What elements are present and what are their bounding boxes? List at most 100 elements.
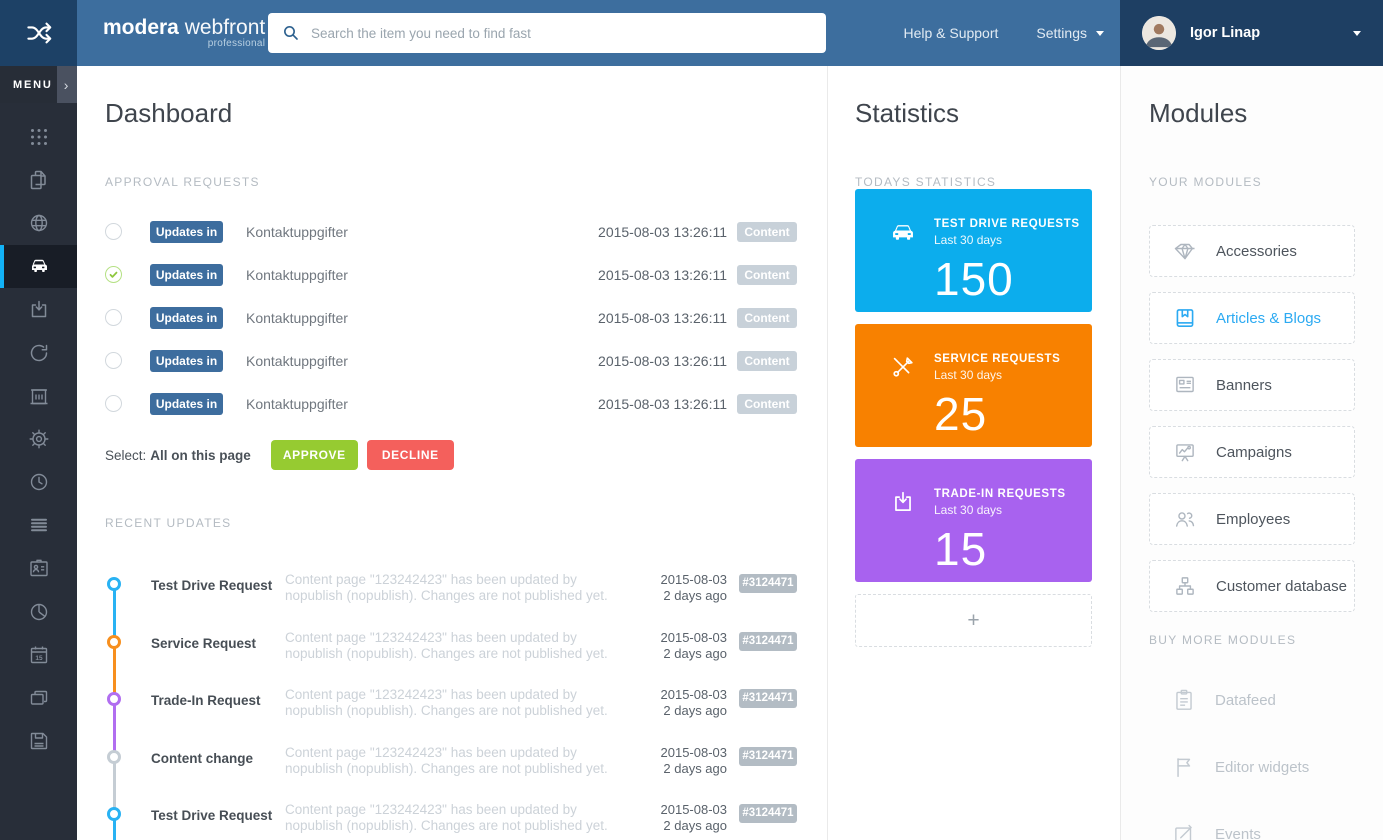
- timeline-rail: [107, 676, 121, 734]
- stat-card-text: TRADE-IN REQUESTS Last 30 days: [934, 488, 1092, 517]
- car-icon: [890, 219, 916, 245]
- sidebar-item-settings[interactable]: [0, 417, 77, 460]
- recent-title: Test Drive Request: [151, 791, 285, 840]
- module-campaigns[interactable]: Campaigns: [1149, 426, 1355, 478]
- module-banners[interactable]: Banners: [1149, 359, 1355, 411]
- search-input[interactable]: [311, 26, 812, 41]
- statistics-column: Statistics TODAYS STATISTICS TEST DRIVE …: [827, 66, 1120, 840]
- shuffle-icon: [24, 18, 54, 48]
- approval-radio[interactable]: [105, 309, 122, 326]
- sidebar-item-contacts[interactable]: [0, 547, 77, 590]
- module-employees[interactable]: Employees: [1149, 493, 1355, 545]
- sidebar-item-apps[interactable]: [0, 115, 77, 158]
- recent-update-item[interactable]: Test Drive Request Content page "1232424…: [105, 561, 797, 619]
- module-accessories[interactable]: Accessories: [1149, 225, 1355, 277]
- sidebar-item-dealership[interactable]: [0, 374, 77, 417]
- approval-radio[interactable]: [105, 223, 122, 240]
- add-statistic-card[interactable]: +: [855, 594, 1092, 647]
- caret-down-icon: [1353, 31, 1361, 36]
- sidebar-item-calendar[interactable]: 15: [0, 633, 77, 676]
- approval-actions: Select:All on this page APPROVE DECLINE: [105, 440, 797, 470]
- sidebar: MENU ›: [0, 66, 77, 840]
- reference-badge: #3124471: [739, 632, 797, 651]
- reference-badge: #3124471: [739, 574, 797, 593]
- calendar-icon: 15: [27, 643, 51, 667]
- stat-card-service[interactable]: SERVICE REQUESTS Last 30 days 25: [855, 324, 1092, 447]
- your-modules-list: Accessories Articles & Blogs: [1149, 225, 1355, 612]
- sidebar-item-save[interactable]: [0, 720, 77, 763]
- select-all-link[interactable]: All on this page: [150, 448, 251, 463]
- stat-card-sub: Last 30 days: [934, 368, 1092, 382]
- approve-button[interactable]: APPROVE: [271, 440, 358, 470]
- brand-logo: modera webfront professional: [103, 17, 265, 49]
- approval-radio[interactable]: [105, 266, 122, 283]
- sidebar-item-history[interactable]: [0, 461, 77, 504]
- approval-item-name[interactable]: Kontaktuppgifter: [246, 353, 348, 369]
- id-card-icon: [27, 556, 51, 580]
- clipboard-icon: [1171, 687, 1197, 713]
- sidebar-item-inbox[interactable]: [0, 288, 77, 331]
- approval-item-name[interactable]: Kontaktuppgifter: [246, 396, 348, 412]
- module-editor-widgets[interactable]: Editor widgets: [1149, 741, 1355, 793]
- list-icon: [27, 513, 51, 537]
- globe-icon: [27, 211, 51, 235]
- recent-date: 2015-08-032 days ago: [647, 734, 727, 792]
- stat-card-sub: Last 30 days: [934, 503, 1092, 517]
- recent-date: 2015-08-032 days ago: [647, 561, 727, 619]
- approval-radio[interactable]: [105, 352, 122, 369]
- buy-more-modules-header: BUY MORE MODULES: [1149, 633, 1355, 647]
- todays-statistics-header: TODAYS STATISTICS: [855, 175, 1092, 189]
- updates-in-badge[interactable]: Updates in: [150, 264, 223, 286]
- gear-icon: [27, 427, 51, 451]
- sidebar-item-windows[interactable]: [0, 676, 77, 719]
- timeline-dot: [107, 750, 121, 764]
- module-customer-database[interactable]: Customer database: [1149, 560, 1355, 612]
- recent-updates-list: Test Drive Request Content page "1232424…: [105, 561, 797, 840]
- stat-card-label: TRADE-IN REQUESTS: [934, 488, 1092, 500]
- sidebar-item-reports[interactable]: [0, 590, 77, 633]
- user-menu[interactable]: Igor Linap: [1120, 0, 1383, 66]
- approval-radio[interactable]: [105, 395, 122, 412]
- stat-card-value: 150: [934, 256, 1092, 302]
- settings-menu[interactable]: Settings: [1036, 25, 1104, 41]
- collapse-menu-button[interactable]: [0, 0, 77, 66]
- sidebar-item-lists[interactable]: [0, 504, 77, 547]
- sidebar-item-pages[interactable]: [0, 158, 77, 201]
- recent-update-item[interactable]: Content change Content page "123242423" …: [105, 734, 797, 792]
- sidebar-item-refresh[interactable]: [0, 331, 77, 374]
- service-tools-icon: [890, 354, 916, 380]
- modules-column: Modules YOUR MODULES Accessories: [1120, 66, 1383, 840]
- timeline-rail: [107, 561, 121, 619]
- updates-in-badge[interactable]: Updates in: [150, 393, 223, 415]
- sidebar-item-web[interactable]: [0, 201, 77, 244]
- recent-update-item[interactable]: Test Drive Request Content page "1232424…: [105, 791, 797, 840]
- updates-in-badge[interactable]: Updates in: [150, 350, 223, 372]
- approval-item-name[interactable]: Kontaktuppgifter: [246, 267, 348, 283]
- module-articles-blogs[interactable]: Articles & Blogs: [1149, 292, 1355, 344]
- page-title: Dashboard: [105, 98, 797, 129]
- menu-toggle[interactable]: MENU ›: [0, 66, 77, 103]
- approval-item-name[interactable]: Kontaktuppgifter: [246, 224, 348, 240]
- approval-requests-header: APPROVAL REQUESTS: [105, 175, 797, 189]
- decline-button[interactable]: DECLINE: [367, 440, 454, 470]
- updates-in-badge[interactable]: Updates in: [150, 221, 223, 243]
- search-bar[interactable]: [268, 13, 826, 53]
- recent-update-item[interactable]: Trade-In Request Content page "123242423…: [105, 676, 797, 734]
- brand-bold: modera: [103, 16, 179, 39]
- module-datafeed[interactable]: Datafeed: [1149, 674, 1355, 726]
- approval-item-name[interactable]: Kontaktuppgifter: [246, 310, 348, 326]
- topbar-links: Help & Support Settings: [903, 25, 1104, 41]
- content-tag: Content: [737, 351, 797, 371]
- recent-date: 2015-08-032 days ago: [647, 791, 727, 840]
- banner-icon: [1172, 372, 1198, 398]
- chevron-right-icon[interactable]: ›: [57, 66, 77, 103]
- module-events[interactable]: Events: [1149, 808, 1355, 840]
- your-modules-header: YOUR MODULES: [1149, 175, 1355, 189]
- stat-card-trade-in[interactable]: TRADE-IN REQUESTS Last 30 days 15: [855, 459, 1092, 582]
- sidebar-item-vehicles[interactable]: [0, 245, 77, 288]
- updates-in-badge[interactable]: Updates in: [150, 307, 223, 329]
- recent-update-item[interactable]: Service Request Content page "123242423"…: [105, 619, 797, 677]
- stat-card-test-drive[interactable]: TEST DRIVE REQUESTS Last 30 days 150: [855, 189, 1092, 312]
- help-support-link[interactable]: Help & Support: [903, 25, 998, 41]
- diamond-icon: [1172, 238, 1198, 264]
